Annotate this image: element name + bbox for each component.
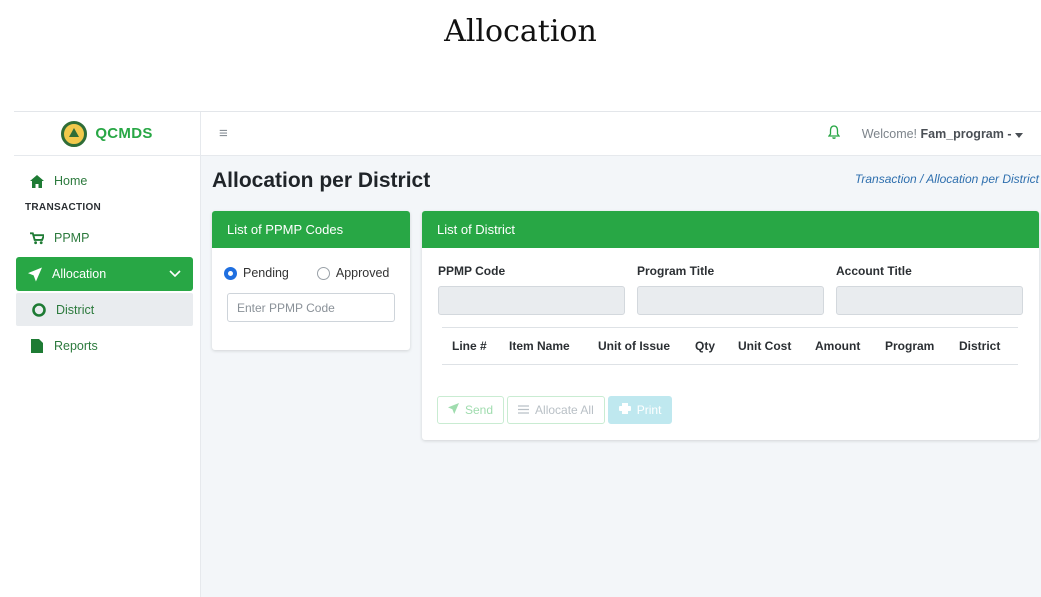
- sidebar-item-label: Home: [54, 174, 88, 188]
- district-list-card: List of District PPMP Code Program Title…: [422, 211, 1039, 440]
- button-label: Print: [636, 403, 662, 417]
- field-label: Program Title: [637, 264, 715, 278]
- file-icon: [30, 339, 44, 353]
- sidebar-item-label: District: [56, 302, 95, 317]
- radio-approved[interactable]: Approved: [316, 266, 390, 280]
- column-header[interactable]: District: [959, 339, 1017, 353]
- radio-pending[interactable]: Pending: [224, 266, 289, 280]
- ppmp-code-field: PPMP Code: [438, 264, 625, 315]
- program-title-readonly-input: [637, 286, 824, 315]
- print-icon: [618, 403, 631, 417]
- radio-selected-icon[interactable]: [224, 266, 237, 280]
- field-label: PPMP Code: [438, 264, 506, 278]
- status-filter: Pending Approved: [212, 248, 410, 280]
- radio-unselected-icon[interactable]: [316, 266, 330, 280]
- logo-icon: [61, 120, 88, 147]
- user-menu[interactable]: Welcome! Fam_program -: [862, 127, 1023, 141]
- menu-icon[interactable]: ≡: [219, 125, 228, 142]
- account-title-readonly-input: [836, 286, 1023, 315]
- circle-icon: [32, 302, 46, 317]
- ppmp-codes-card: List of PPMP Codes Pending Approved: [212, 211, 410, 350]
- sidebar-item-label: Reports: [54, 339, 98, 353]
- caret-down-icon: [1015, 127, 1023, 141]
- welcome-text: Welcome!: [861, 126, 918, 141]
- cart-icon: [30, 231, 44, 245]
- home-icon: [30, 174, 44, 188]
- card-header: List of PPMP Codes: [212, 211, 410, 248]
- bell-icon[interactable]: [827, 125, 840, 142]
- info-fields: PPMP Code Program Title Account Title: [422, 248, 1039, 315]
- sidebar-item-ppmp[interactable]: PPMP: [14, 221, 200, 255]
- brand[interactable]: QCMDS: [14, 112, 200, 156]
- app-window: QCMDS Home TRANSACTION PPMP Allocation D…: [14, 111, 1041, 597]
- sidebar-item-label: PPMP: [54, 231, 90, 245]
- sidebar-item-reports[interactable]: Reports: [14, 329, 200, 363]
- button-label: Send: [465, 403, 494, 417]
- sidebar-item-district[interactable]: District: [16, 293, 193, 326]
- topbar: ≡ Welcome! Fam_program -: [201, 112, 1041, 156]
- account-title-field: Account Title: [836, 264, 1023, 315]
- column-header[interactable]: Item Name: [509, 339, 598, 353]
- paper-plane-icon: [448, 403, 459, 417]
- radio-label: Pending: [243, 266, 289, 280]
- paper-plane-icon: [28, 267, 42, 281]
- radio-label: Approved: [335, 266, 390, 280]
- user-name: Fam_program -: [920, 126, 1012, 141]
- list-icon: [518, 403, 530, 417]
- allocate-all-button[interactable]: Allocate All: [507, 396, 605, 424]
- sidebar-item-allocation[interactable]: Allocation: [16, 257, 193, 291]
- column-header[interactable]: Line #: [452, 339, 509, 353]
- card-header: List of District: [422, 211, 1039, 248]
- brand-name: QCMDS: [95, 125, 153, 142]
- column-header[interactable]: Unit Cost: [738, 339, 815, 353]
- print-button[interactable]: Print: [607, 396, 673, 424]
- send-button[interactable]: Send: [437, 396, 505, 424]
- column-header[interactable]: Unit of Issue: [598, 339, 695, 353]
- ppmp-code-input[interactable]: [227, 293, 395, 322]
- sidebar-item-home[interactable]: Home: [14, 164, 200, 198]
- field-label: Account Title: [836, 264, 912, 278]
- sidebar-section-heading: TRANSACTION: [25, 202, 102, 213]
- ppmp-code-readonly-input: [438, 286, 625, 315]
- button-label: Allocate All: [535, 403, 594, 417]
- column-header[interactable]: Program: [885, 339, 959, 353]
- sidebar: QCMDS Home TRANSACTION PPMP Allocation D…: [14, 112, 201, 597]
- page-title: Allocation per District: [212, 169, 431, 192]
- breadcrumb[interactable]: Transaction / Allocation per District: [855, 172, 1039, 186]
- sidebar-item-label: Allocation: [52, 267, 107, 281]
- page-caption: Allocation: [444, 14, 597, 49]
- chevron-down-icon: [169, 267, 181, 281]
- program-title-field: Program Title: [637, 264, 824, 315]
- column-header[interactable]: Qty: [695, 339, 738, 353]
- column-header[interactable]: Amount: [815, 339, 885, 353]
- action-buttons: Send Allocate All Print: [422, 365, 1039, 424]
- allocation-table-header: Line # Item Name Unit of Issue Qty Unit …: [442, 327, 1018, 365]
